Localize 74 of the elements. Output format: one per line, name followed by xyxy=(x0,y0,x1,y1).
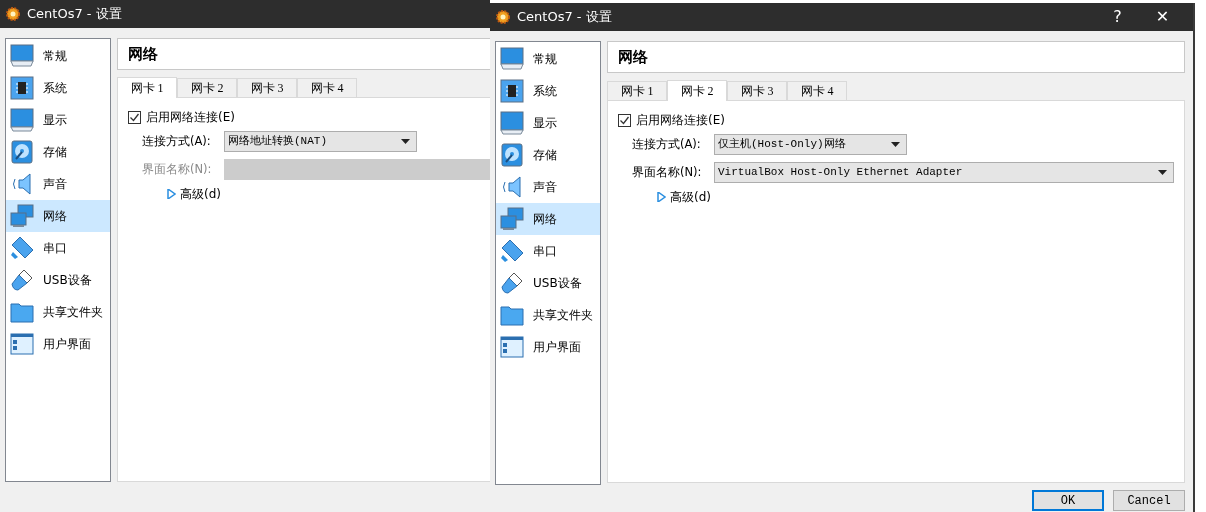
triangle-icon xyxy=(167,189,176,199)
dropdown[interactable]: 仅主机(Host-Only)网络 xyxy=(714,134,907,155)
ok-button[interactable]: OK xyxy=(1032,490,1104,511)
window-layout-icon xyxy=(500,335,524,359)
sidebar-item[interactable]: 声音 xyxy=(496,171,600,203)
tab[interactable]: 网卡 2 xyxy=(667,80,727,101)
tab[interactable]: 网卡 1 xyxy=(117,77,177,98)
serial-plug-icon xyxy=(500,239,524,263)
sidebar-item[interactable]: 共享文件夹 xyxy=(496,299,600,331)
network-icon xyxy=(10,204,34,228)
sidebar-item[interactable]: 串口 xyxy=(6,232,110,264)
page-title: 网络 xyxy=(128,43,158,65)
sidebar-item[interactable]: 存储 xyxy=(6,136,110,168)
sidebar-item[interactable]: 用户界面 xyxy=(6,328,110,360)
speaker-icon xyxy=(10,172,34,196)
checkbox-label: 启用网络连接(E) xyxy=(146,109,235,126)
sidebar-item[interactable]: 常规 xyxy=(6,40,110,72)
field-label: 连接方式(A): xyxy=(632,135,702,153)
sidebar-item[interactable]: 网络 xyxy=(496,203,600,235)
close-button[interactable]: ✕ xyxy=(1140,5,1185,29)
sidebar-item[interactable]: 存储 xyxy=(496,139,600,171)
checkbox[interactable] xyxy=(128,110,141,124)
sidebar-item[interactable]: 声音 xyxy=(6,168,110,200)
field-label: 界面名称(N): xyxy=(632,163,703,181)
tab[interactable]: 网卡 2 xyxy=(177,78,237,97)
sidebar-item[interactable]: USB设备 xyxy=(496,267,600,299)
sidebar-item[interactable]: 系统 xyxy=(6,72,110,104)
sidebar-item[interactable]: 用户界面 xyxy=(496,331,600,363)
dropdown[interactable]: 网络地址转换(NAT) xyxy=(224,131,417,152)
sidebar-item[interactable]: 系统 xyxy=(496,75,600,107)
folder-icon xyxy=(10,300,34,324)
field-label: 界面名称(N): xyxy=(142,160,213,178)
sidebar-item[interactable]: 串口 xyxy=(496,235,600,267)
chip-icon xyxy=(500,79,524,103)
serial-plug-icon xyxy=(10,236,34,260)
caret-icon xyxy=(891,142,900,147)
monitor-icon xyxy=(500,47,524,71)
checkbox[interactable] xyxy=(618,113,631,127)
tab[interactable]: 网卡 4 xyxy=(297,78,357,97)
sidebar-item[interactable]: USB设备 xyxy=(6,264,110,296)
window-title: CentOs7 - 设置 xyxy=(27,5,122,24)
usb-plug-icon xyxy=(10,268,34,292)
folder-icon xyxy=(500,303,524,327)
chip-icon xyxy=(10,76,34,100)
gear-icon xyxy=(495,9,511,25)
sidebar-item[interactable]: 共享文件夹 xyxy=(6,296,110,328)
sidebar-item[interactable]: 常规 xyxy=(496,43,600,75)
network-icon xyxy=(500,207,524,231)
help-button[interactable]: ? xyxy=(1095,5,1140,29)
sidebar-item[interactable]: 显示 xyxy=(496,107,600,139)
advanced-toggle[interactable]: 高级(d) xyxy=(167,185,221,203)
dropdown[interactable]: VirtualBox Host-Only Ethernet Adapter xyxy=(714,162,1174,183)
usb-plug-icon xyxy=(500,271,524,295)
monitor-icon xyxy=(500,111,524,135)
gear-icon xyxy=(5,6,21,22)
caret-icon xyxy=(401,139,410,144)
window-title: CentOs7 - 设置 xyxy=(517,8,612,27)
monitor-icon xyxy=(10,44,34,68)
window-layout-icon xyxy=(10,332,34,356)
checkbox-label: 启用网络连接(E) xyxy=(636,112,725,129)
page-title: 网络 xyxy=(618,46,648,68)
caret-icon xyxy=(1158,170,1167,175)
triangle-icon xyxy=(657,192,666,202)
cancel-button[interactable]: Cancel xyxy=(1113,490,1185,511)
sidebar-item[interactable]: 显示 xyxy=(6,104,110,136)
field-label: 连接方式(A): xyxy=(142,132,212,150)
tab[interactable]: 网卡 3 xyxy=(727,81,787,100)
advanced-toggle[interactable]: 高级(d) xyxy=(657,188,711,206)
tab[interactable]: 网卡 4 xyxy=(787,81,847,100)
monitor-icon xyxy=(10,108,34,132)
speaker-icon xyxy=(500,175,524,199)
tab[interactable]: 网卡 1 xyxy=(607,81,667,100)
sidebar-item[interactable]: 网络 xyxy=(6,200,110,232)
tab[interactable]: 网卡 3 xyxy=(237,78,297,97)
